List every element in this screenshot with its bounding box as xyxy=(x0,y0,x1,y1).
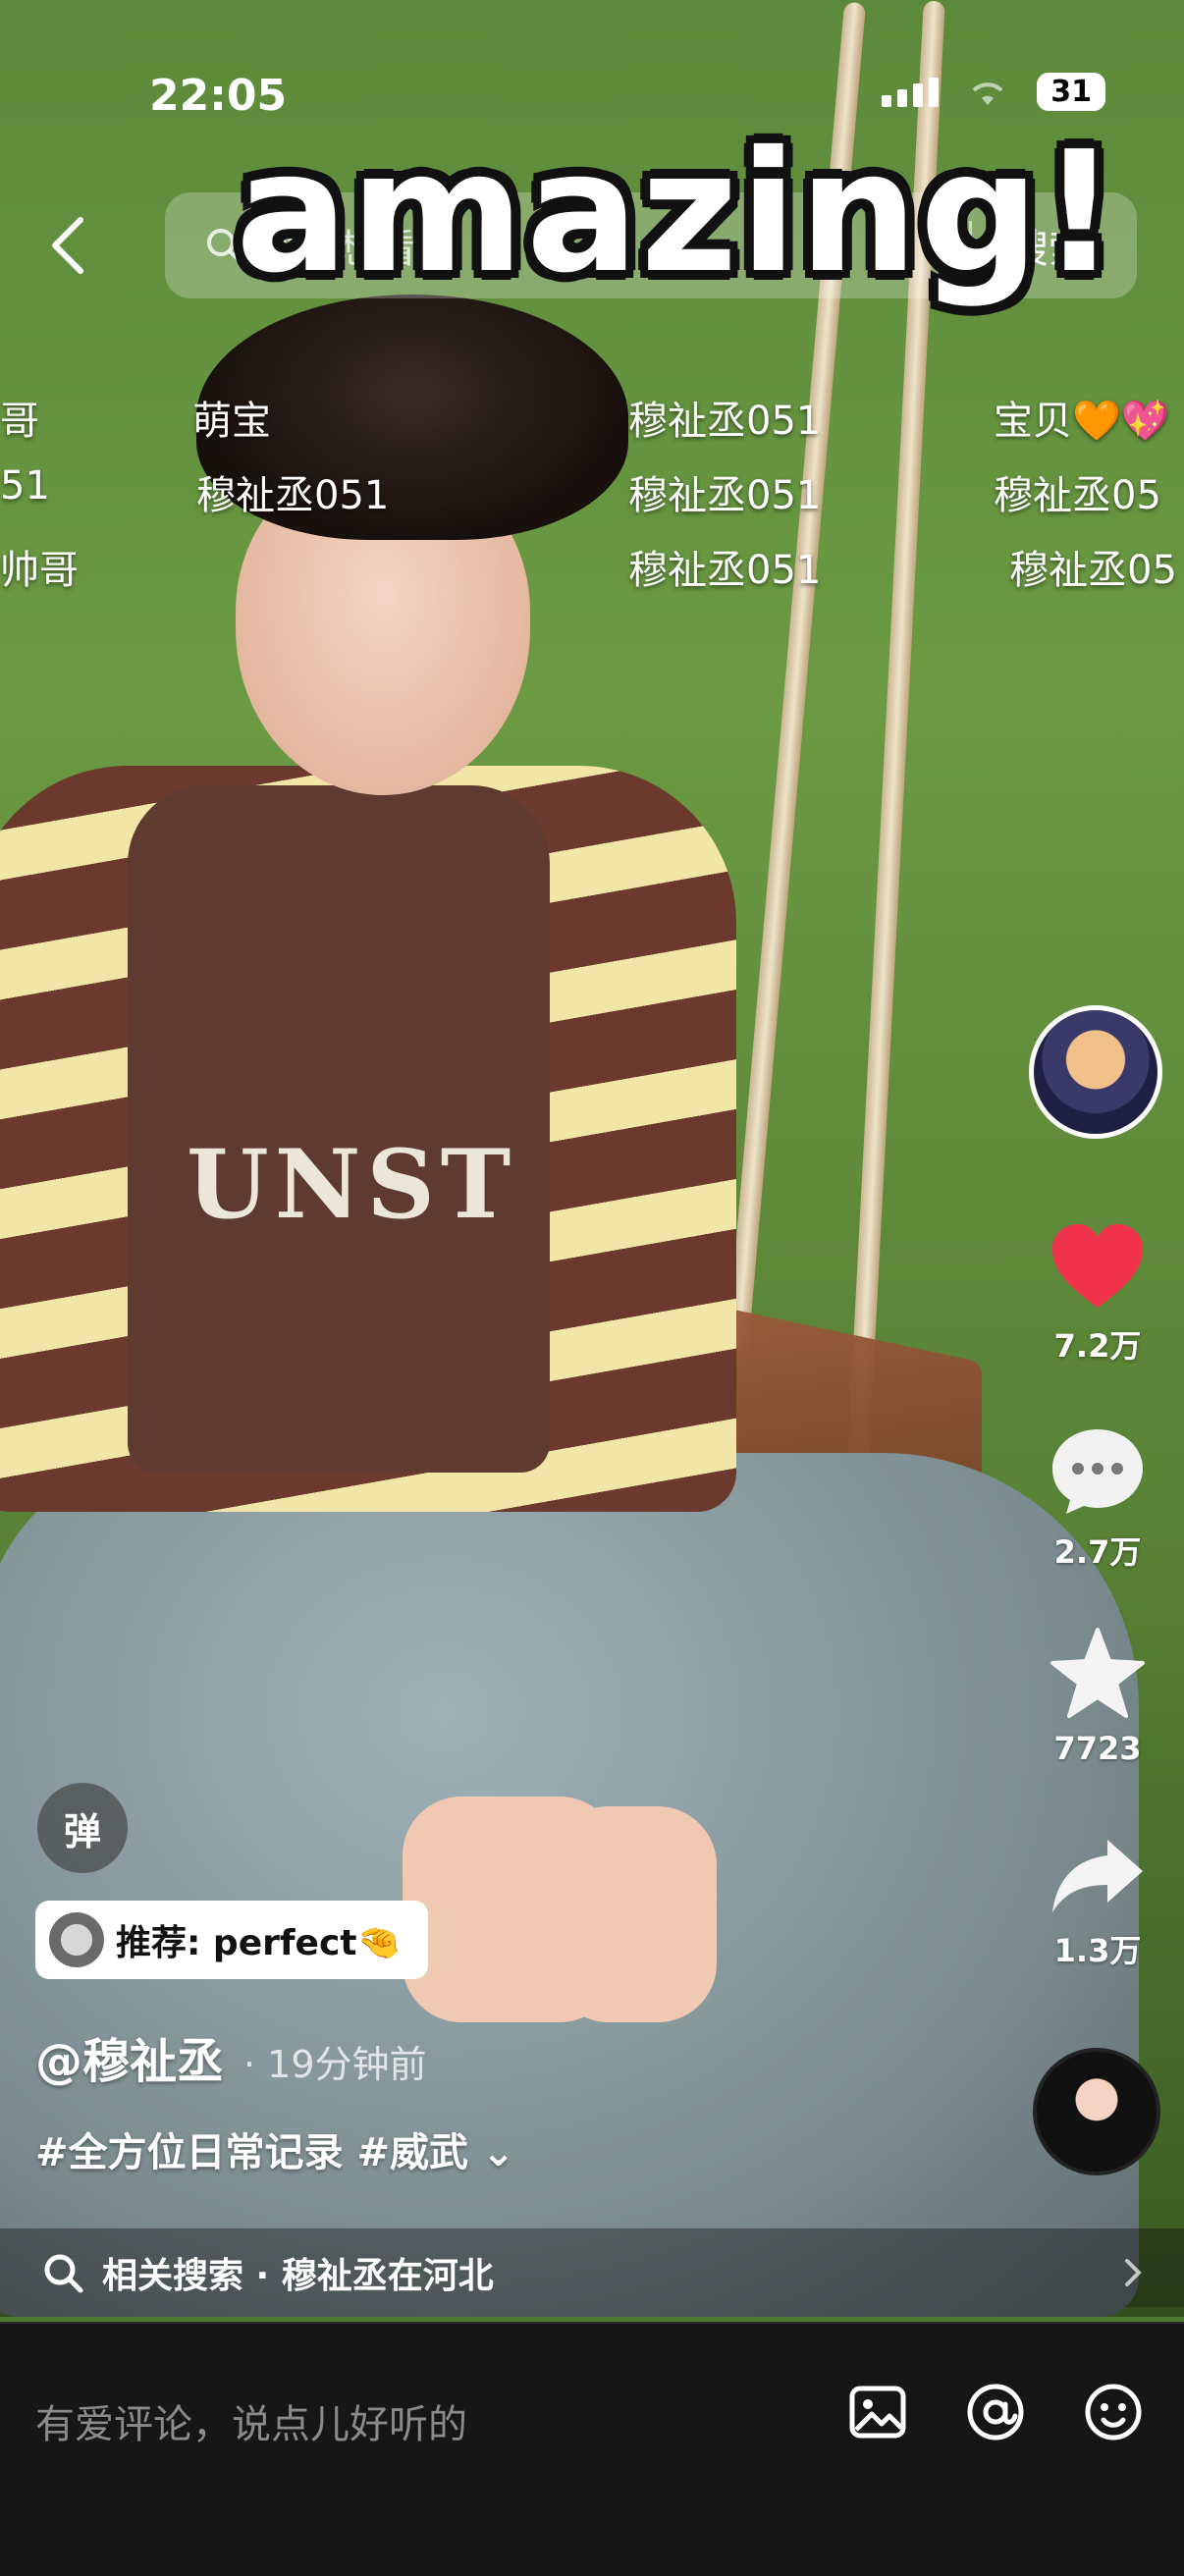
favorite-button[interactable]: 7723 xyxy=(1041,1626,1155,1767)
video-caption[interactable]: #全方位日常记录 #威武 ⌄ xyxy=(35,2120,514,2177)
heart-icon xyxy=(1052,1224,1143,1308)
wifi-icon xyxy=(972,81,1003,105)
person-hand-right xyxy=(550,1806,717,2022)
back-icon xyxy=(52,217,83,274)
status-time: 22:05 xyxy=(149,71,288,121)
back-button[interactable] xyxy=(39,206,98,285)
danmaku-item: 穆祉丞051 xyxy=(628,399,822,444)
danmaku-item: 帅哥 xyxy=(0,548,79,593)
comment-button[interactable]: 2.7万 xyxy=(1041,1423,1155,1573)
recommend-avatar xyxy=(49,1912,104,1967)
signal-icon xyxy=(882,77,940,107)
comment-count: 2.7万 xyxy=(1053,1533,1142,1571)
danmaku-item: 51 xyxy=(0,463,50,509)
comment-input[interactable]: 有爱评论，说点儿好听的 xyxy=(35,2392,467,2449)
favorite-count: 7723 xyxy=(1053,1730,1142,1767)
danmaku-toggle-button[interactable]: 弹 xyxy=(37,1783,128,1873)
sticker-text: amazing! xyxy=(236,116,1120,310)
like-count: 7.2万 xyxy=(1053,1327,1142,1365)
chevron-right-icon xyxy=(1125,2259,1142,2286)
author-name[interactable]: @穆祉丞 xyxy=(35,2022,224,2091)
star-icon xyxy=(1050,1628,1145,1718)
comment-bar: 有爱评论，说点儿好听的 xyxy=(0,2322,1184,2576)
danmaku-item: 萌宝 xyxy=(192,399,271,444)
share-icon xyxy=(1052,1840,1143,1912)
danmaku-item: 穆祉丞051 xyxy=(628,548,822,593)
danmaku-item: 穆祉丞051 xyxy=(628,473,822,518)
danmaku-item: 穆祉丞051 xyxy=(196,473,390,518)
danmaku-item: 穆祉丞05 xyxy=(1009,548,1177,593)
danmaku-item: 哥 xyxy=(0,399,39,444)
emoji-icon[interactable] xyxy=(1082,2381,1145,2443)
post-time: · 19分钟前 xyxy=(243,2043,427,2086)
shirt-print: UNST xyxy=(187,1129,517,1240)
like-button[interactable]: 7.2万 xyxy=(1041,1221,1155,1367)
share-button[interactable]: 1.3万 xyxy=(1041,1834,1155,1971)
search-icon xyxy=(44,2254,83,2293)
music-disc[interactable] xyxy=(1033,2048,1160,2175)
battery-indicator: 31 xyxy=(1037,73,1105,111)
share-count: 1.3万 xyxy=(1053,1932,1142,1969)
danmaku-item: 宝贝🧡💖 xyxy=(994,399,1170,444)
recommend-tag-label: 推荐: perfect🤏 xyxy=(116,1923,402,1963)
comment-icon xyxy=(1052,1429,1143,1514)
recommend-tag[interactable]: 推荐: perfect🤏 xyxy=(35,1901,429,1979)
related-search-bar[interactable]: 相关搜索 · 穆祉丞在河北 xyxy=(0,2228,1184,2317)
author-line: @穆祉丞 · 19分钟前 xyxy=(35,2022,427,2091)
image-icon[interactable] xyxy=(846,2381,909,2443)
danmaku-item: 穆祉丞05 xyxy=(994,473,1161,518)
author-avatar[interactable] xyxy=(1029,1005,1162,1139)
related-search-label: 相关搜索 · 穆祉丞在河北 xyxy=(102,2256,494,2296)
at-icon[interactable] xyxy=(964,2381,1027,2443)
status-indicators: 31 xyxy=(882,73,1105,111)
